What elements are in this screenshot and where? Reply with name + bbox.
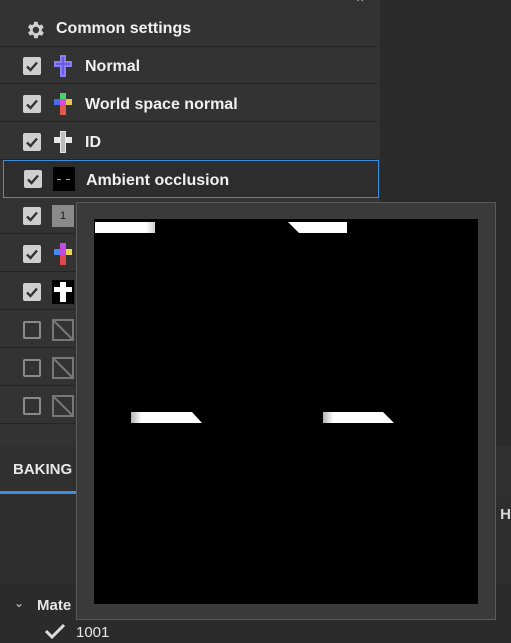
panel-corner-icon: ✕	[356, 0, 366, 5]
checkmark-icon	[26, 61, 38, 72]
checkbox-9[interactable]	[23, 358, 41, 377]
ao-preview-popup	[76, 202, 496, 620]
checkmark-icon	[26, 249, 38, 260]
thickness-thumbnail	[52, 279, 74, 304]
truncated-label: H	[500, 506, 511, 523]
checkmark-icon	[26, 99, 38, 110]
check-icon[interactable]	[44, 622, 66, 640]
checkmark-icon	[26, 137, 38, 148]
checkbox-id[interactable]	[23, 132, 41, 151]
gear-icon	[28, 21, 44, 39]
normal-map-thumbnail	[54, 54, 72, 77]
chevron-down-icon[interactable]: ⌄	[14, 596, 24, 610]
baker-label-ambient-occlusion: Ambient occlusion	[86, 172, 230, 189]
baker-label-world-space-normal: World space normal	[85, 96, 238, 113]
checkbox-world-space-normal[interactable]	[23, 94, 41, 113]
id-map-thumbnail	[54, 130, 72, 153]
checkmark-icon	[26, 287, 38, 298]
position-thumbnail	[54, 242, 72, 265]
curvature-thumbnail: 1	[52, 204, 74, 227]
baker-row-ambient-occlusion[interactable]: Ambient occlusion	[3, 160, 379, 198]
world-space-normal-thumbnail	[54, 92, 72, 115]
checkmark-icon	[27, 174, 39, 185]
empty-thumbnail	[52, 394, 74, 417]
baker-label-normal: Normal	[85, 58, 141, 75]
checkbox-10[interactable]	[23, 396, 41, 415]
baker-row-normal[interactable]: Normal	[0, 48, 378, 84]
checkbox-5[interactable]	[23, 206, 41, 225]
checkmark-icon	[26, 211, 38, 222]
empty-thumbnail	[52, 356, 74, 379]
common-settings-label: Common settings	[56, 20, 192, 37]
ambient-occlusion-thumbnail	[53, 167, 75, 191]
baker-label-id: ID	[85, 134, 101, 151]
checkbox-7[interactable]	[23, 282, 41, 301]
checkbox-ambient-occlusion[interactable]	[24, 170, 42, 188]
checkbox-normal[interactable]	[23, 56, 41, 75]
materials-label[interactable]: Mate	[37, 597, 71, 614]
ao-preview-image	[94, 219, 478, 604]
baker-row-world-space-normal[interactable]: World space normal	[0, 86, 378, 122]
baker-row-id[interactable]: ID	[0, 124, 378, 160]
material-item-1001[interactable]: 1001	[76, 624, 109, 641]
empty-thumbnail	[52, 318, 74, 341]
checkbox-6[interactable]	[23, 244, 41, 263]
checkbox-8[interactable]	[23, 320, 41, 339]
common-settings-row[interactable]: Common settings	[0, 12, 378, 47]
